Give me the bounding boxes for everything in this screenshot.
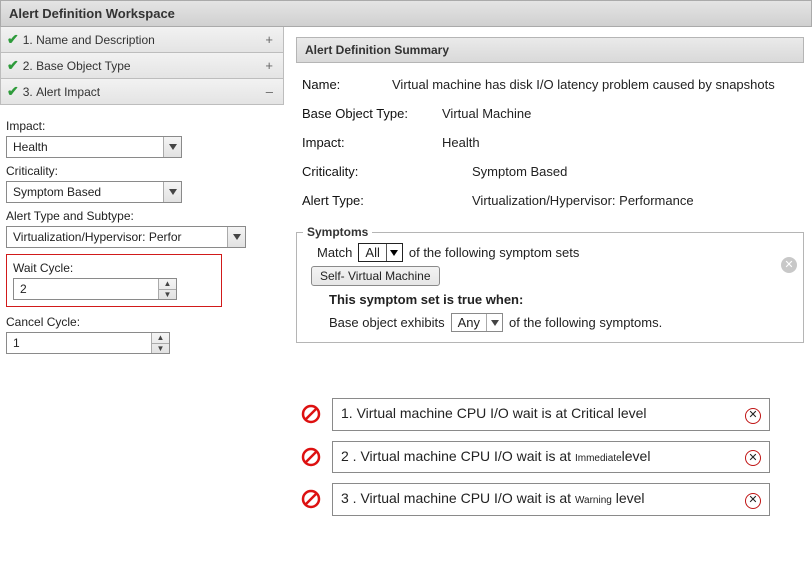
step-num: 1. (23, 33, 33, 47)
list-item: 1. Virtual machine CPU I/O wait is at Cr… (300, 398, 770, 431)
stepper-up-icon[interactable]: ▲ (159, 279, 176, 289)
match-select[interactable]: All (358, 243, 402, 262)
remove-icon[interactable]: ✕ (745, 493, 761, 509)
chevron-down-icon[interactable] (386, 244, 402, 261)
match-value: All (359, 244, 385, 261)
check-icon: ✔ (7, 57, 19, 74)
summary-header: Alert Definition Summary (296, 37, 804, 63)
right-panel: Alert Definition Summary Name: Virtual m… (284, 27, 812, 351)
summary-atype-value: Virtualization/Hypervisor: Performance (472, 193, 800, 208)
symptoms-group: Symptoms ✕ Match All of the following sy… (296, 232, 804, 343)
symptom-num: 1. (341, 405, 353, 421)
forbidden-icon (300, 446, 322, 468)
symptom-text: Virtual machine CPU I/O wait is at Criti… (357, 405, 647, 421)
chevron-down-icon[interactable] (163, 182, 181, 202)
symptom-list: 1. Virtual machine CPU I/O wait is at Cr… (300, 398, 770, 516)
stepper-down-icon[interactable]: ▼ (159, 289, 176, 300)
symptom-num: 2 . (341, 448, 357, 464)
stepper-down-icon[interactable]: ▼ (152, 343, 169, 354)
step-label: Alert Impact (36, 85, 100, 99)
step-name-description[interactable]: ✔ 1. Name and Description + (0, 27, 284, 53)
impact-label: Impact: (6, 119, 278, 133)
forbidden-icon (300, 488, 322, 510)
set-match-value: Any (452, 314, 486, 331)
match-tail: of the following symptom sets (409, 245, 580, 260)
step-num: 2. (23, 59, 33, 73)
symptom-scope-tab[interactable]: Self- Virtual Machine (311, 266, 440, 286)
summary-bot-label: Base Object Type: (302, 106, 442, 121)
alert-type-label: Alert Type and Subtype: (6, 209, 278, 223)
forbidden-icon (300, 403, 322, 425)
summary-atype-label: Alert Type: (302, 193, 472, 208)
symptom-severity: Immediate (575, 453, 622, 464)
symptom-text-pre: Virtual machine CPU I/O wait is at (360, 448, 571, 464)
symptom-text-pre: Virtual machine CPU I/O wait is at (360, 490, 571, 506)
summary-bot-value: Virtual Machine (442, 106, 800, 121)
symptom-severity: Warning (575, 495, 612, 506)
alert-type-value: Virtualization/Hypervisor: Perfor (7, 227, 227, 247)
symptom-item[interactable]: 2 . Virtual machine CPU I/O wait is at I… (332, 441, 770, 474)
alert-impact-form: Impact: Health Criticality: Symptom Base… (0, 105, 284, 364)
symptom-item[interactable]: 1. Virtual machine CPU I/O wait is at Cr… (332, 398, 770, 431)
symptom-num: 3 . (341, 490, 357, 506)
cancel-cycle-label: Cancel Cycle: (6, 315, 278, 329)
step-label: Base Object Type (36, 59, 131, 73)
set-match-select[interactable]: Any (451, 313, 503, 332)
wait-cycle-stepper[interactable]: 2 ▲ ▼ (13, 278, 177, 300)
remove-icon[interactable]: ✕ (745, 408, 761, 424)
impact-value: Health (7, 137, 163, 157)
check-icon: ✔ (7, 31, 19, 48)
close-icon[interactable]: ✕ (781, 257, 797, 273)
symptoms-legend: Symptoms (303, 225, 372, 239)
cancel-cycle-value: 1 (7, 333, 151, 353)
wait-cycle-label: Wait Cycle: (13, 261, 215, 275)
criticality-label: Criticality: (6, 164, 278, 178)
summary-crit-value: Symptom Based (472, 164, 800, 179)
symptom-set-title: This symptom set is true when: (329, 292, 793, 307)
step-num: 3. (23, 85, 33, 99)
chevron-down-icon[interactable] (227, 227, 245, 247)
check-icon: ✔ (7, 83, 19, 100)
cancel-cycle-stepper[interactable]: 1 ▲ ▼ (6, 332, 170, 354)
symptom-item[interactable]: 3 . Virtual machine CPU I/O wait is at W… (332, 483, 770, 516)
criticality-value: Symptom Based (7, 182, 163, 202)
step-base-object-type[interactable]: ✔ 2. Base Object Type + (0, 53, 284, 79)
symptom-text-post: level (622, 448, 651, 464)
wait-cycle-value: 2 (14, 279, 158, 299)
expand-icon[interactable]: + (261, 32, 277, 47)
collapse-icon[interactable]: – (262, 84, 277, 99)
summary-name-label: Name: (302, 77, 392, 92)
step-alert-impact[interactable]: ✔ 3. Alert Impact – (0, 79, 284, 105)
criticality-select[interactable]: Symptom Based (6, 181, 182, 203)
chevron-down-icon[interactable] (163, 137, 181, 157)
remove-icon[interactable]: ✕ (745, 450, 761, 466)
impact-select[interactable]: Health (6, 136, 182, 158)
chevron-down-icon[interactable] (486, 314, 502, 331)
summary-crit-label: Criticality: (302, 164, 472, 179)
summary-body: Name: Virtual machine has disk I/O laten… (296, 63, 804, 224)
set-lead: Base object exhibits (329, 315, 445, 330)
step-label: Name and Description (36, 33, 155, 47)
expand-icon[interactable]: + (261, 58, 277, 73)
symptom-text-post: level (616, 490, 645, 506)
set-tail: of the following symptoms. (509, 315, 662, 330)
summary-name-value: Virtual machine has disk I/O latency pro… (392, 77, 800, 92)
alert-type-select[interactable]: Virtualization/Hypervisor: Perfor (6, 226, 246, 248)
workspace-title: Alert Definition Workspace (0, 0, 812, 27)
left-panel: ✔ 1. Name and Description + ✔ 2. Base Ob… (0, 27, 284, 364)
summary-impact-value: Health (442, 135, 800, 150)
list-item: 3 . Virtual machine CPU I/O wait is at W… (300, 483, 770, 516)
list-item: 2 . Virtual machine CPU I/O wait is at I… (300, 441, 770, 474)
wait-cycle-highlight: Wait Cycle: 2 ▲ ▼ (6, 254, 222, 307)
match-lead: Match (317, 245, 352, 260)
stepper-up-icon[interactable]: ▲ (152, 333, 169, 343)
summary-impact-label: Impact: (302, 135, 442, 150)
